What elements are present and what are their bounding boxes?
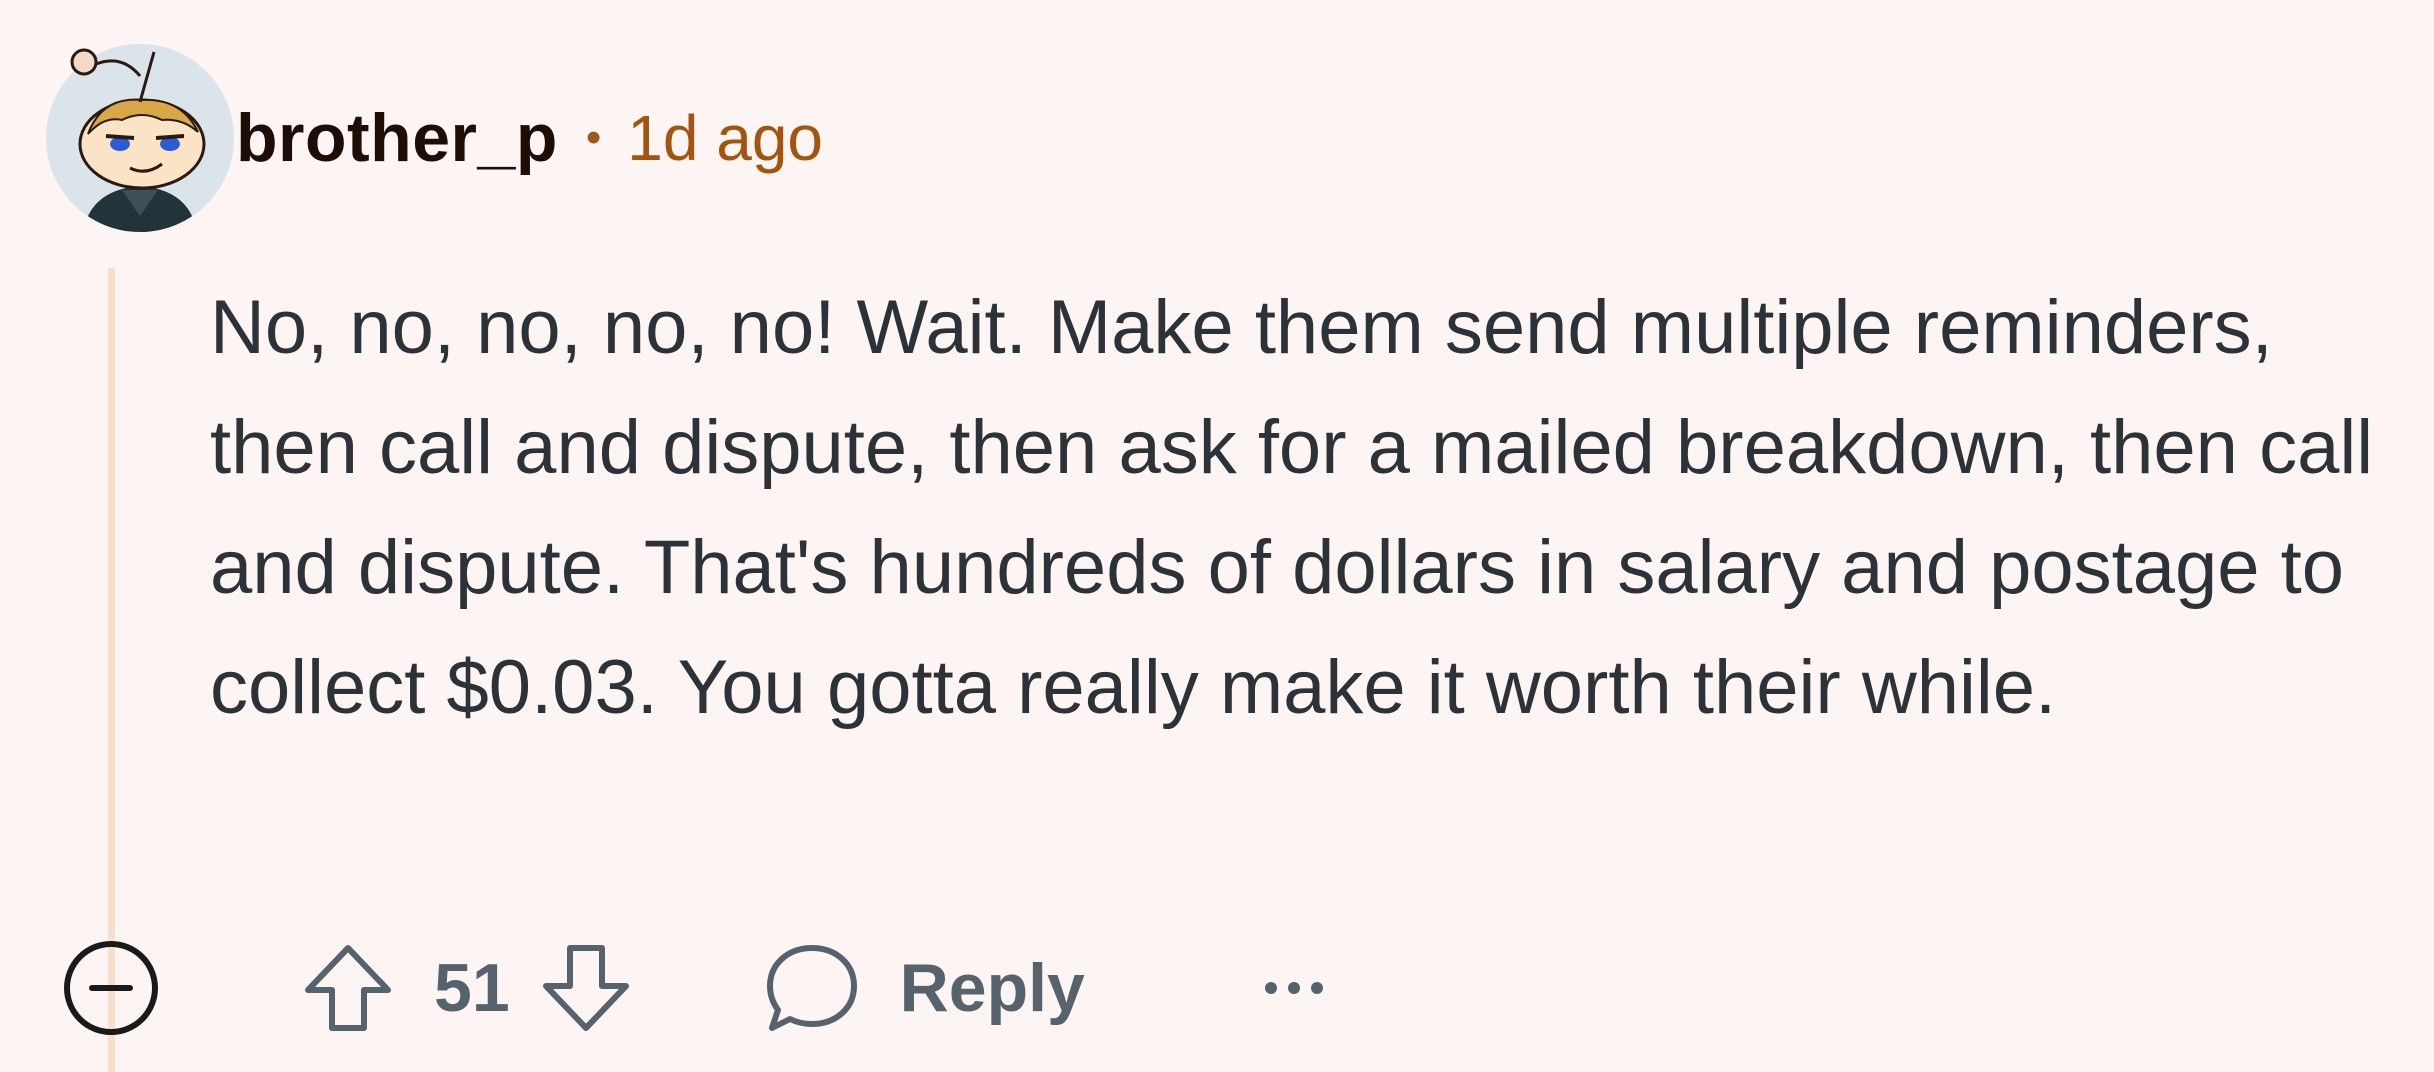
avatar[interactable] [42,40,238,236]
separator-dot: • [585,113,602,162]
timestamp[interactable]: 1d ago [627,101,823,175]
downvote-arrow-icon[interactable] [538,940,634,1036]
speech-bubble-icon [766,945,857,1031]
username[interactable]: brother_p [236,99,558,177]
comment-header: brother_p • 1d ago [236,88,823,188]
more-options-icon[interactable] [1259,968,1329,1008]
reply-label: Reply [899,950,1085,1026]
upvote-arrow-icon[interactable] [300,940,396,1036]
action-bar: 51 Reply [62,938,1329,1038]
vote-score: 51 [434,950,510,1026]
collapse-thread-icon[interactable] [62,939,160,1037]
comment-card: brother_p • 1d ago No, no, no, no, no! W… [0,0,2434,1072]
reply-button[interactable]: Reply [764,940,1085,1036]
comment-body: No, no, no, no, no! Wait. Make them send… [210,285,2374,730]
